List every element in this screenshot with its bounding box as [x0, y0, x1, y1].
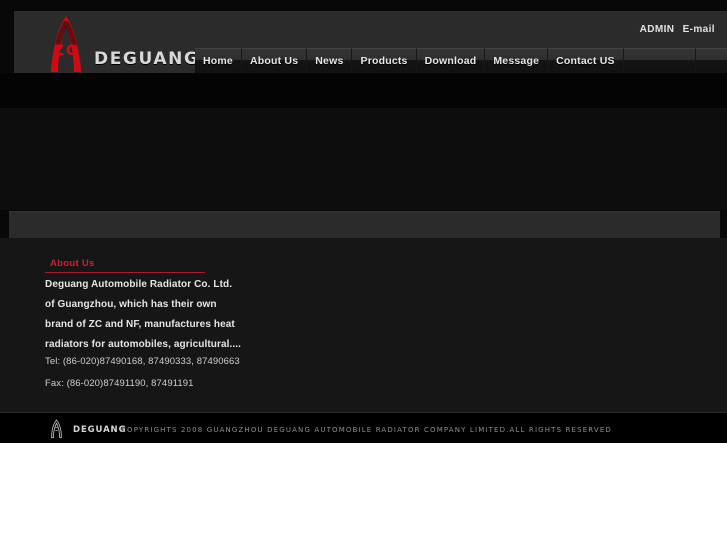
main-content: About Us Deguang Automobile Radiator Co.…	[0, 238, 727, 412]
contact-block: Tel: (86-020)87490168, 87490333, 8749066…	[45, 356, 240, 400]
about-us-rule	[45, 272, 205, 273]
site-footer: DEGUANG COPYRIGHTS 2008 GUANGZHOU DEGUAN…	[0, 412, 727, 443]
site-header: Z C DEGUANG ADMIN E-mail Home About Us N…	[14, 11, 727, 73]
about-line-2: of Guangzhou, which has their own	[45, 299, 217, 310]
about-us-block: About Us Deguang Automobile Radiator Co.…	[45, 258, 285, 359]
banner-strip	[0, 73, 727, 108]
deguang-logo-icon	[51, 419, 62, 438]
about-us-heading: About Us	[50, 258, 95, 269]
svg-text:C: C	[66, 43, 76, 59]
email-link[interactable]: E-mail	[683, 24, 715, 35]
banner-stage	[0, 108, 727, 210]
about-line-1: Deguang Automobile Radiator Co. Ltd.	[45, 279, 233, 290]
main-navigation: Home About Us News Products Download Mes…	[195, 48, 727, 73]
nav-item-empty-2[interactable]	[695, 48, 727, 73]
svg-text:Z: Z	[54, 43, 64, 59]
nav-item-news[interactable]: News	[307, 48, 353, 73]
nav-item-products[interactable]: Products	[352, 48, 417, 73]
deguang-logo-icon: Z C	[51, 16, 81, 72]
about-line-4: radiators for automobiles, agricultural.…	[45, 339, 242, 350]
nav-item-about-us[interactable]: About Us	[241, 48, 308, 73]
section-divider-bar	[9, 211, 720, 239]
about-line-3: brand of ZC and NF, manufactures heat	[45, 319, 235, 330]
contact-tel: Tel: (86-020)87490168, 87490333, 8749066…	[45, 356, 240, 367]
nav-item-empty-1[interactable]	[623, 48, 696, 73]
nav-item-home[interactable]: Home	[195, 48, 242, 73]
page-root: Z C DEGUANG ADMIN E-mail Home About Us N…	[0, 0, 727, 443]
about-us-text: Deguang Automobile Radiator Co. Ltd. of …	[45, 279, 285, 351]
site-logo[interactable]: Z C DEGUANG	[32, 13, 207, 73]
nav-item-download[interactable]: Download	[416, 48, 486, 73]
nav-item-message[interactable]: Message	[485, 48, 549, 73]
logo-wordmark: DEGUANG	[94, 49, 200, 69]
contact-fax: Fax: (86-020)87491190, 87491191	[45, 378, 194, 389]
admin-link[interactable]: ADMIN	[640, 24, 675, 35]
top-utility-links: ADMIN E-mail	[635, 24, 715, 35]
footer-copyright: COPYRIGHTS 2008 GUANGZHOU DEGUANG AUTOMO…	[121, 426, 612, 434]
nav-item-contact-us[interactable]: Contact US	[548, 48, 624, 73]
footer-wordmark: DEGUANG	[73, 425, 127, 435]
